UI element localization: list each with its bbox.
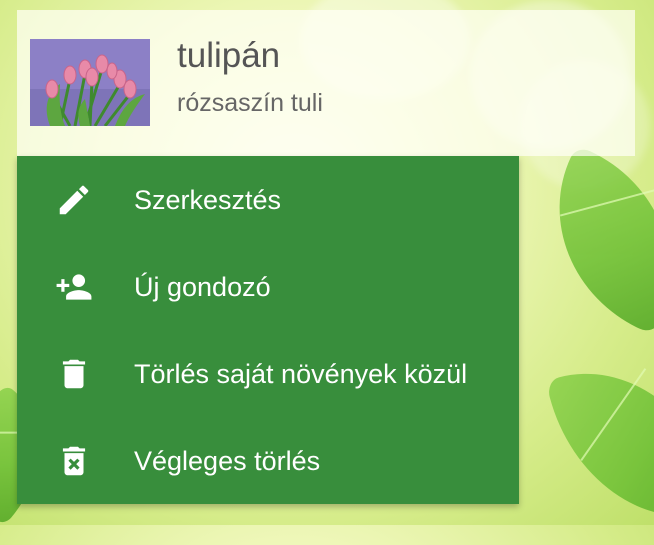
plant-card[interactable]: tulipán rózsaszín tuli <box>17 10 635 156</box>
leaf-decoration <box>545 344 654 545</box>
menu-item-label: Szerkesztés <box>134 185 282 215</box>
menu-item-delete-permanently[interactable]: Végleges törlés <box>17 417 519 504</box>
plant-subtitle: rózsaszín tuli <box>177 89 323 117</box>
menu-item-label: Új gondozó <box>134 272 271 302</box>
menu-item-edit[interactable]: Szerkesztés <box>17 156 519 243</box>
edit-icon <box>55 181 93 219</box>
leaf-decoration <box>517 144 654 336</box>
tulip-photo-icon <box>30 39 150 126</box>
trash-icon <box>55 355 93 393</box>
menu-item-new-caretaker[interactable]: Új gondozó <box>17 243 519 330</box>
menu-item-label: Végleges törlés <box>134 446 321 476</box>
menu-item-remove-from-own-plants[interactable]: Törlés saját növények közül <box>17 330 519 417</box>
plant-thumbnail <box>30 39 150 126</box>
add-person-icon <box>55 268 93 306</box>
plant-options-menu: Szerkesztés Új gondozó Törlés saját növé… <box>17 156 519 504</box>
delete-forever-icon <box>55 442 93 480</box>
menu-item-label: Törlés saját növények közül <box>134 359 468 389</box>
plant-name: tulipán <box>177 36 281 75</box>
